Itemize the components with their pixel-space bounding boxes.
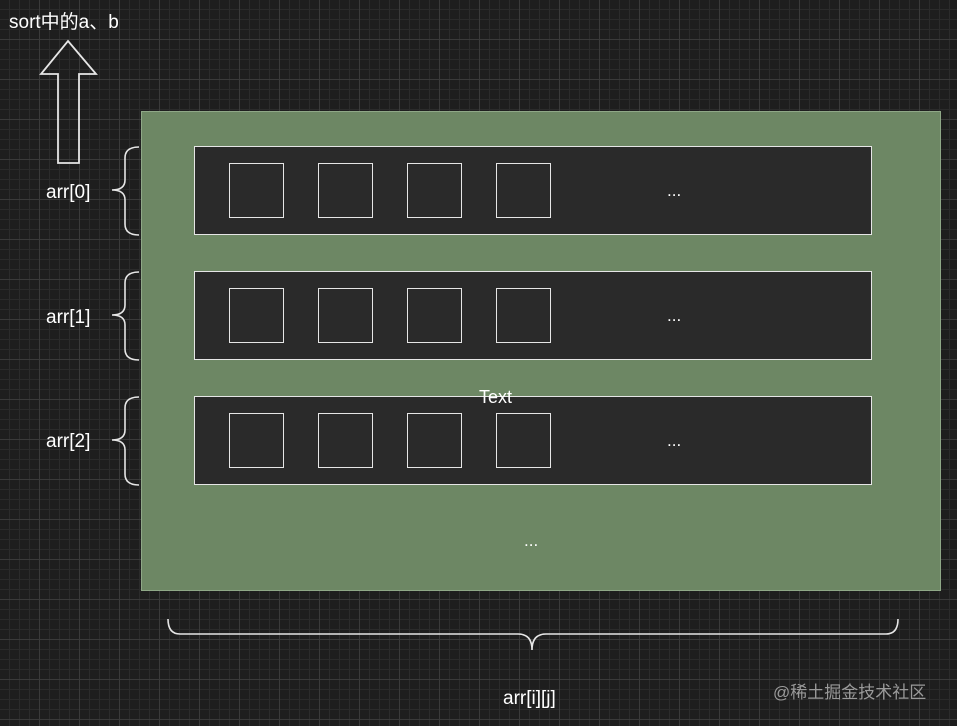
array-row-0: ... — [194, 146, 872, 235]
center-text-label: Text — [479, 387, 513, 407]
array-cell — [496, 163, 551, 218]
bottom-label: arr[i][j] — [503, 688, 556, 709]
row-label-0: arr[0] — [46, 182, 91, 203]
row-label-1: arr[1] — [46, 307, 91, 328]
row-label-2: arr[2] — [46, 431, 91, 452]
sort-ab-label: sort中的a、b — [9, 12, 119, 33]
row-ellipsis: ... — [667, 181, 682, 200]
array-cell — [407, 288, 462, 343]
array-row-2: ... — [194, 396, 872, 485]
row-brace-1 — [111, 271, 140, 361]
array-cell — [407, 413, 462, 468]
watermark: @稀土掘金技术社区 — [773, 683, 927, 702]
bottom-brace — [167, 618, 899, 651]
array-cell — [318, 163, 373, 218]
row-ellipsis: ... — [667, 431, 682, 450]
matrix-ellipsis: ... — [524, 531, 539, 550]
array-cell — [318, 413, 373, 468]
array-cell — [496, 288, 551, 343]
array-cell — [407, 163, 462, 218]
array-cell — [318, 288, 373, 343]
row-brace-2 — [111, 396, 140, 486]
array-cell — [229, 163, 284, 218]
row-brace-0 — [111, 146, 140, 236]
up-arrow-icon — [39, 39, 98, 164]
array-row-1: ... — [194, 271, 872, 360]
array-cell — [229, 288, 284, 343]
array-cell — [496, 413, 551, 468]
row-ellipsis: ... — [667, 306, 682, 325]
array-cell — [229, 413, 284, 468]
